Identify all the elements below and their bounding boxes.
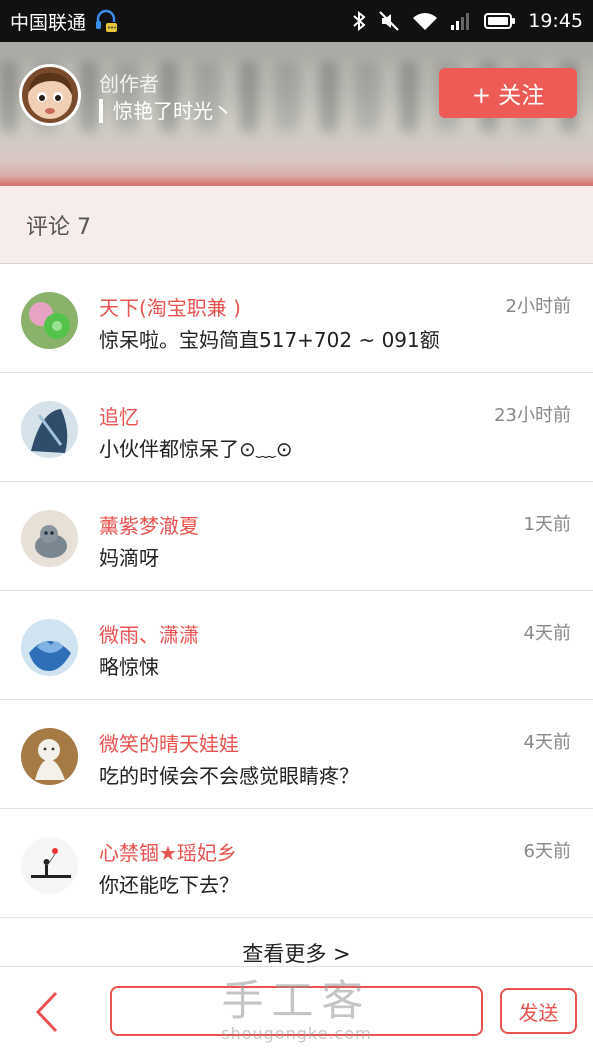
comment-time: 4天前 [523, 623, 571, 644]
back-chevron-icon[interactable] [28, 989, 68, 1035]
comment-time: 4天前 [523, 732, 571, 753]
banner-edge [0, 176, 593, 186]
signal-icon [451, 13, 470, 30]
comment-time: 1天前 [523, 514, 571, 535]
author-avatar[interactable] [19, 64, 81, 126]
commenter-avatar[interactable] [21, 510, 78, 567]
comment-text: 吃的时候会不会感觉眼睛疼？ [99, 764, 359, 788]
comment-text: 惊呆啦。宝妈简直517+702 ~ 091额 [99, 328, 440, 352]
comment-item[interactable]: 心禁锢★瑶妃乡 你还能吃下去？ 6天前 [0, 809, 593, 918]
clock: 19:45 [528, 10, 583, 32]
commenter-name[interactable]: 薰紫梦澈夏 [99, 510, 199, 539]
commenter-avatar[interactable] [21, 292, 78, 349]
bluetooth-icon [353, 11, 366, 31]
comment-time: 6天前 [523, 841, 571, 862]
headset-notification-icon [96, 9, 118, 32]
status-icons: 19:45 [352, 10, 583, 32]
comment-time: 2小时前 [505, 296, 571, 317]
comment-item[interactable]: 微笑的晴天娃娃 吃的时候会不会感觉眼睛疼？ 4天前 [0, 700, 593, 809]
wifi-icon [413, 13, 438, 30]
comment-text: 小伙伴都惊呆了⊙﹏⊙ [99, 437, 293, 461]
comment-item[interactable]: 薰紫梦澈夏 妈滴呀 1天前 [0, 482, 593, 591]
commenter-avatar[interactable] [21, 619, 78, 676]
commenter-name[interactable]: 微笑的晴天娃娃 [99, 728, 239, 757]
commenter-name[interactable]: 心禁锢★瑶妃乡 [99, 837, 237, 866]
see-more-link[interactable]: 查看更多 > [0, 918, 593, 968]
page: 中国联通 19:45 创作者 惊艳了时光丶 + 关注 评论 7 天下(淘宝职兼 … [0, 0, 593, 1054]
comments-count-header: 评论 7 [0, 186, 593, 264]
author-label: 创作者 [99, 72, 159, 96]
comment-list: 天下(淘宝职兼 ) 惊呆啦。宝妈简直517+702 ~ 091额 2小时前 追忆… [0, 264, 593, 918]
commenter-name[interactable]: 微雨、潇潇 [99, 619, 199, 648]
comment-text: 你还能吃下去？ [99, 873, 239, 897]
carrier-name: 中国联通 [10, 11, 87, 34]
comment-text: 略惊悚 [99, 655, 159, 679]
comment-item[interactable]: 微雨、潇潇 略惊悚 4天前 [0, 591, 593, 700]
comment-time: 23小时前 [494, 405, 571, 426]
battery-icon [484, 13, 516, 29]
commenter-name[interactable]: 追忆 [99, 401, 139, 430]
send-button[interactable]: 发送 [500, 988, 577, 1034]
comment-item[interactable]: 天下(淘宝职兼 ) 惊呆啦。宝妈简直517+702 ~ 091额 2小时前 [0, 264, 593, 373]
comment-input-bar: 发送 [0, 966, 593, 1054]
comment-input[interactable] [110, 986, 483, 1036]
comment-text: 妈滴呀 [99, 546, 159, 570]
mute-icon [379, 11, 400, 31]
author-banner: 创作者 惊艳了时光丶 + 关注 [0, 42, 593, 186]
author-name[interactable]: 惊艳了时光丶 [99, 99, 233, 123]
comment-item[interactable]: 追忆 小伙伴都惊呆了⊙﹏⊙ 23小时前 [0, 373, 593, 482]
commenter-avatar[interactable] [21, 837, 78, 894]
follow-button[interactable]: + 关注 [439, 68, 577, 118]
status-bar: 中国联通 19:45 [0, 0, 593, 42]
commenter-avatar[interactable] [21, 401, 78, 458]
commenter-name[interactable]: 天下(淘宝职兼 ) [99, 292, 241, 321]
commenter-avatar[interactable] [21, 728, 78, 785]
